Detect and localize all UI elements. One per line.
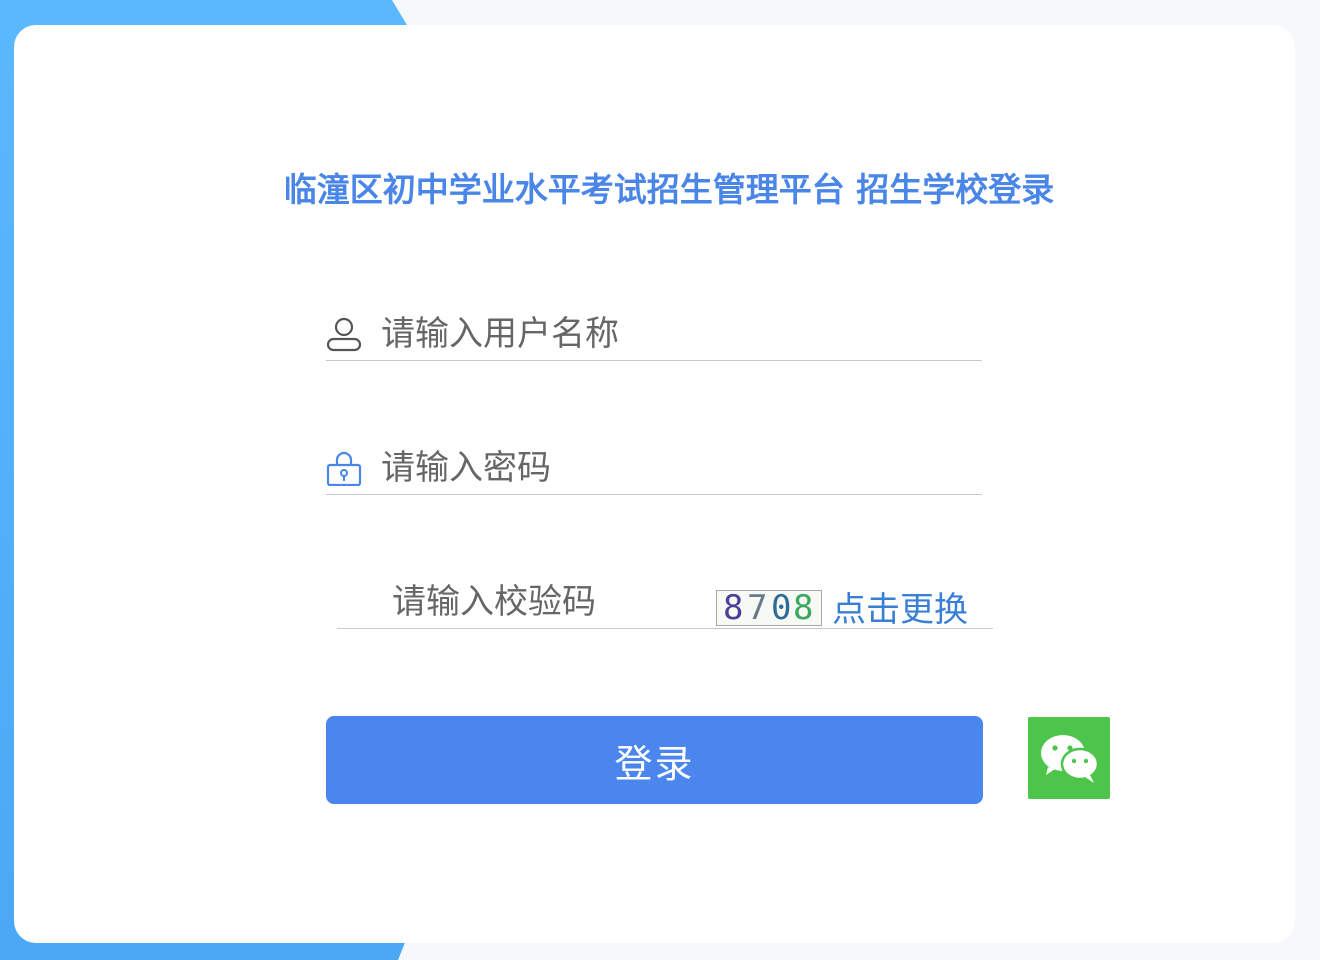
- login-card: 临潼区初中学业水平考试招生管理平台 招生学校登录 请输入用户名称 请输入校验码 …: [14, 25, 1295, 943]
- captcha-digit: 0: [771, 590, 792, 626]
- captcha-digit: 8: [723, 590, 744, 626]
- captcha-input[interactable]: [392, 580, 702, 624]
- wechat-login-button[interactable]: [1028, 717, 1110, 799]
- username-input[interactable]: [381, 312, 961, 356]
- captcha-digit: 8: [793, 590, 814, 626]
- password-field: [326, 446, 982, 495]
- captcha-field: 8 7 0 8 点击更换: [337, 580, 993, 631]
- page-title: 临潼区初中学业水平考试招生管理平台 招生学校登录: [283, 170, 1055, 209]
- page-background: 临潼区初中学业水平考试招生管理平台 招生学校登录 请输入用户名称 请输入校验码 …: [0, 0, 1320, 960]
- lock-icon: [326, 450, 362, 487]
- login-button[interactable]: 登录: [326, 716, 983, 804]
- username-field: [326, 312, 982, 361]
- captcha-refresh-link[interactable]: 点击更换: [832, 582, 968, 631]
- wechat-icon: [1041, 735, 1100, 783]
- user-icon: [326, 316, 362, 352]
- captcha-digit: 7: [747, 590, 768, 626]
- captcha-image[interactable]: 8 7 0 8: [716, 590, 822, 626]
- password-input[interactable]: [381, 446, 961, 490]
